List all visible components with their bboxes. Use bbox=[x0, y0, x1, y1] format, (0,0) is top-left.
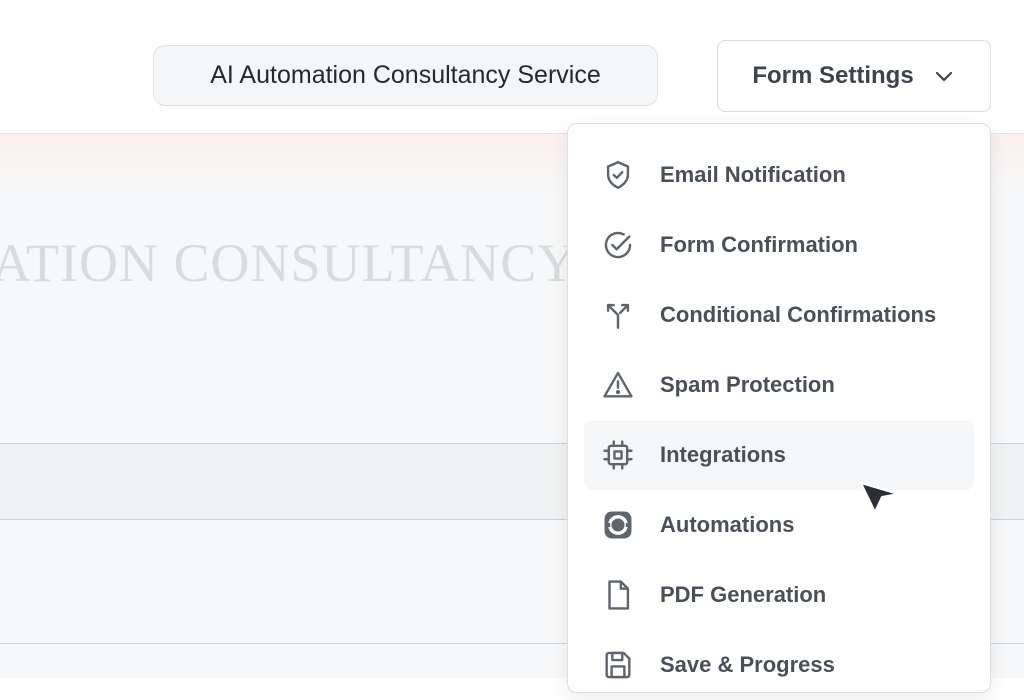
split-arrows-icon bbox=[600, 297, 636, 333]
menu-item-save-progress[interactable]: Save & Progress bbox=[584, 630, 974, 700]
menu-item-label: Conditional Confirmations bbox=[660, 302, 937, 327]
menu-item-conditional-confirmations[interactable]: Conditional Confirmations bbox=[584, 280, 974, 350]
menu-item-automations[interactable]: Automations bbox=[584, 490, 974, 560]
chip-icon bbox=[600, 437, 636, 473]
menu-item-integrations[interactable]: Integrations bbox=[584, 420, 974, 490]
form-settings-dropdown: Email Notification Form Confirmation Con… bbox=[567, 123, 991, 693]
mouse-cursor-icon bbox=[860, 482, 899, 513]
form-title-text: AI Automation Consultancy Service bbox=[210, 61, 601, 89]
menu-item-label: Integrations bbox=[660, 442, 786, 467]
document-icon bbox=[600, 577, 636, 613]
chevron-down-icon bbox=[935, 71, 952, 82]
shield-check-icon bbox=[600, 157, 636, 193]
menu-item-label: Form Confirmation bbox=[660, 232, 858, 257]
menu-item-email-notification[interactable]: Email Notification bbox=[584, 140, 974, 210]
menu-item-label: Automations bbox=[660, 512, 795, 537]
form-title-field[interactable]: AI Automation Consultancy Service bbox=[153, 45, 658, 106]
form-hero-text: ATION CONSULTANCY S bbox=[0, 233, 621, 293]
menu-item-label: Email Notification bbox=[660, 162, 846, 187]
menu-item-label: Spam Protection bbox=[660, 372, 835, 397]
form-settings-label: Form Settings bbox=[752, 62, 914, 89]
circle-check-icon bbox=[600, 227, 636, 263]
save-icon bbox=[600, 647, 636, 683]
automation-ring-icon bbox=[600, 507, 636, 543]
menu-item-form-confirmation[interactable]: Form Confirmation bbox=[584, 210, 974, 280]
menu-item-label: Save & Progress bbox=[660, 652, 835, 677]
menu-item-label: PDF Generation bbox=[660, 582, 827, 607]
warning-triangle-icon bbox=[600, 367, 636, 403]
menu-item-pdf-generation[interactable]: PDF Generation bbox=[584, 560, 974, 630]
menu-item-spam-protection[interactable]: Spam Protection bbox=[584, 350, 974, 420]
form-settings-button[interactable]: Form Settings bbox=[717, 40, 991, 112]
